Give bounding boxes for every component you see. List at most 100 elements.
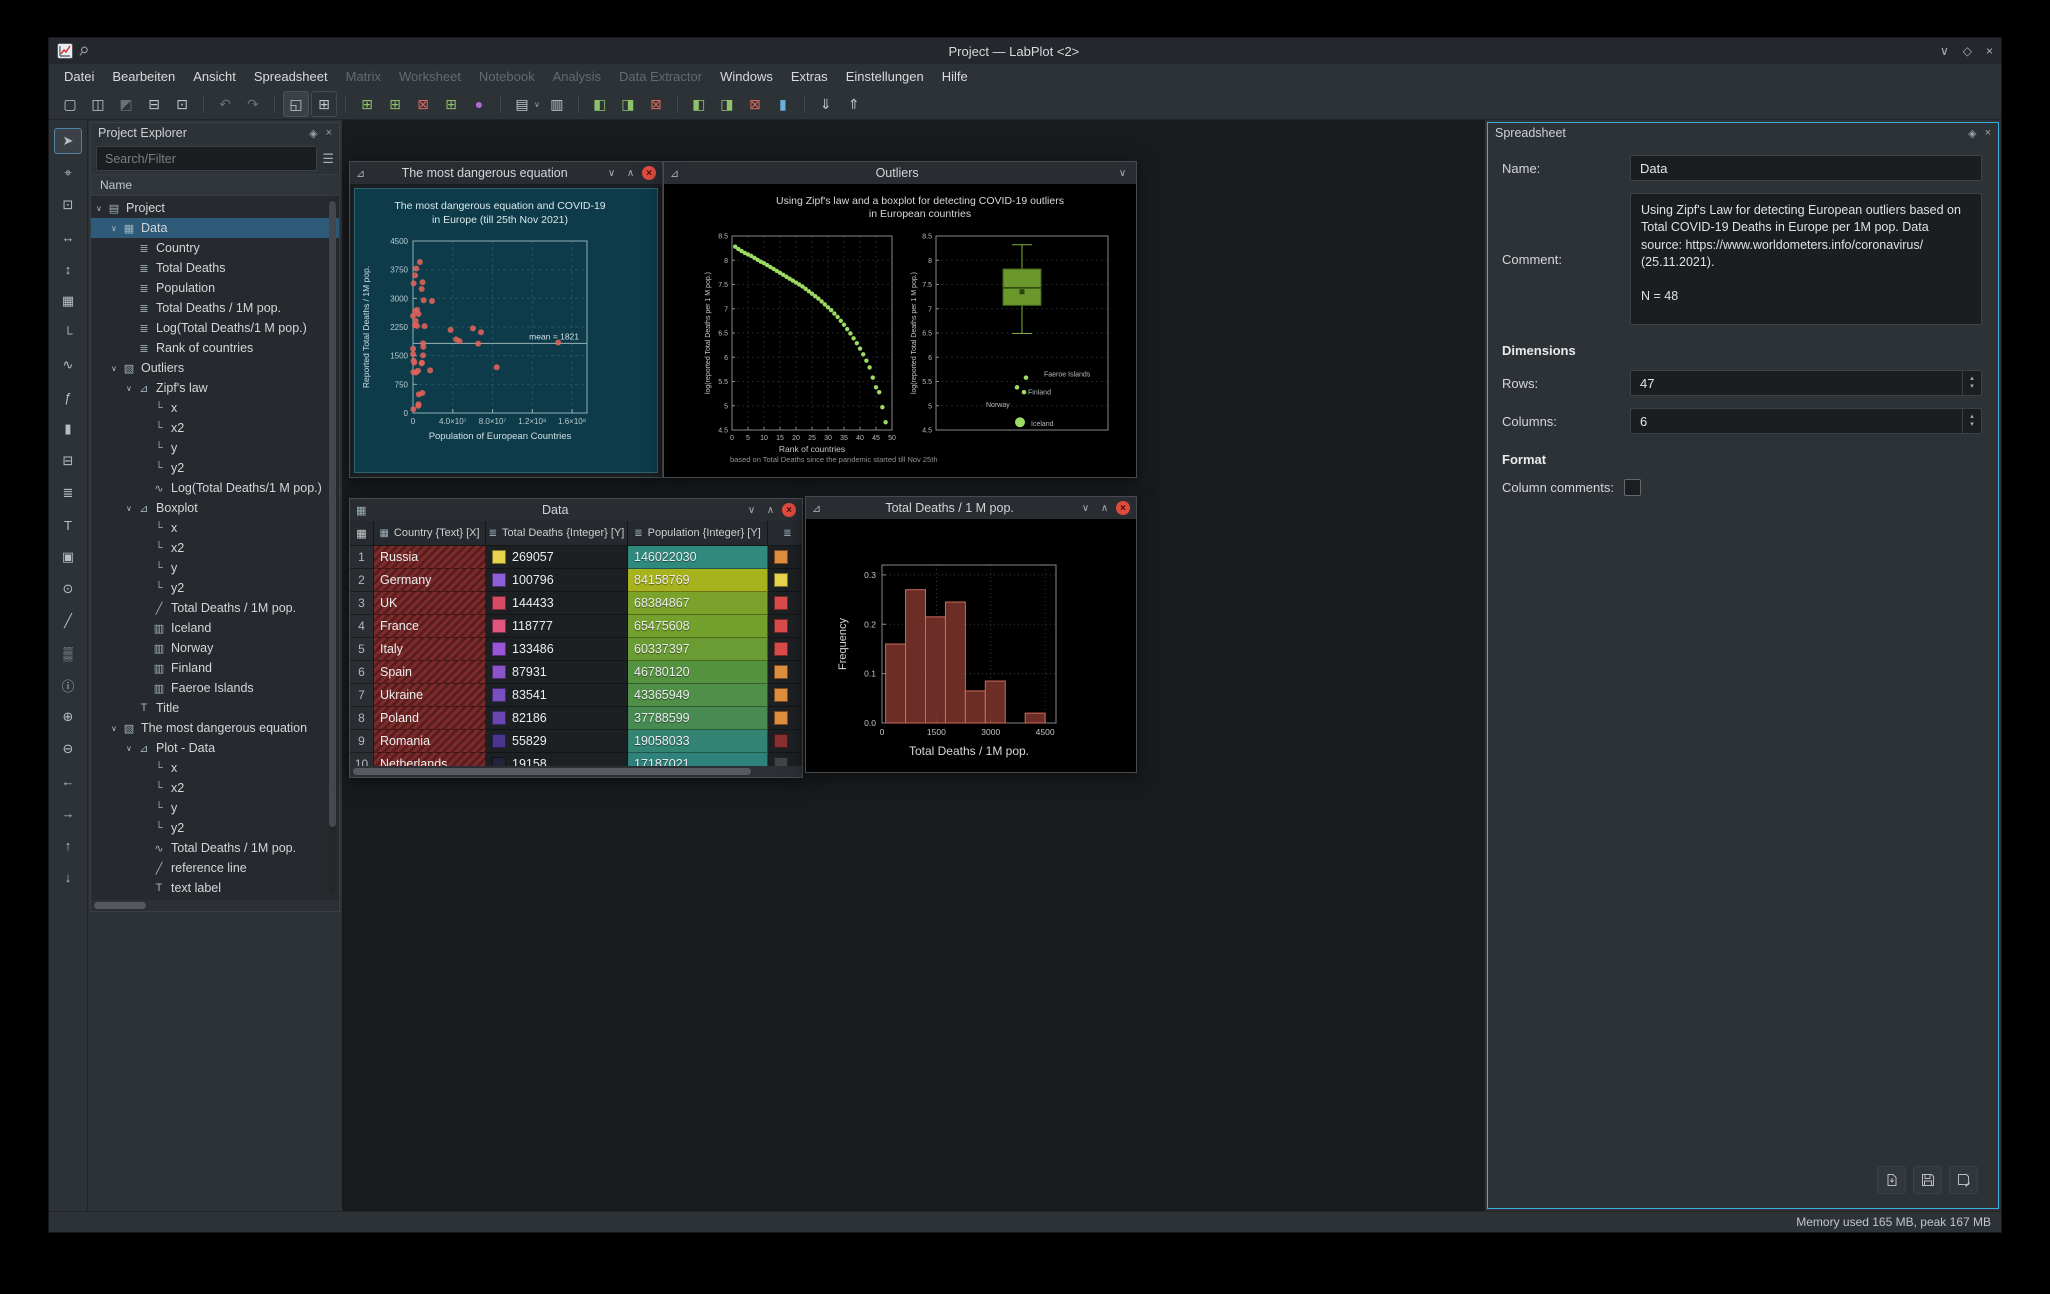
menu-bearbeiten[interactable]: Bearbeiten xyxy=(103,67,184,86)
add-image-tool-button[interactable]: ▣ xyxy=(54,544,82,570)
tree-item-reference-line[interactable]: ╱ reference line xyxy=(91,858,339,878)
shift-down-tool-button[interactable]: ↓ xyxy=(54,864,82,890)
total-deaths-cell[interactable]: 269057 xyxy=(486,546,628,569)
tree-item-outliers[interactable]: ∨ ▧ Outliers xyxy=(91,358,339,378)
table-row[interactable]: 7 Ukraine 83541 43365949 xyxy=(350,684,802,707)
window-dangerous-equation[interactable]: ⊿ The most dangerous equation ∨ ∧ × 0 750… xyxy=(349,161,663,478)
column-header-4[interactable]: ≣ xyxy=(768,521,802,545)
menu-datei[interactable]: Datei xyxy=(55,67,103,86)
extra-column-cell[interactable] xyxy=(768,546,802,569)
window-outliers[interactable]: ⊿ Outliers ∨ Using Zipf's law and a boxp… xyxy=(663,161,1137,478)
column-comments-checkbox[interactable] xyxy=(1623,479,1641,496)
column-statistics-button[interactable]: ▮ xyxy=(770,91,796,117)
expander-arrow[interactable]: ∨ xyxy=(111,224,122,233)
zoom-out-tool-button[interactable]: ⊖ xyxy=(54,736,82,762)
add-info-element-tool-button[interactable]: ⓘ xyxy=(54,672,82,698)
row-number-cell[interactable]: 9 xyxy=(350,730,374,753)
new-file-button[interactable]: ▢ xyxy=(57,91,83,117)
tabbed-view-toggle-button[interactable]: ⊞ xyxy=(311,91,337,117)
sort-ascending-button[interactable]: ⇓ xyxy=(813,91,839,117)
print-preview-button[interactable]: ⊡ xyxy=(169,91,195,117)
comment-input[interactable]: Using Zipf's Law for detecting European … xyxy=(1630,193,1982,325)
tree-item-finland[interactable]: ▥ Finland xyxy=(91,658,339,678)
tree-item-the-most-dangerous-equation[interactable]: ∨ ▧ The most dangerous equation xyxy=(91,718,339,738)
table-row[interactable]: 1 Russia 269057 146022030 xyxy=(350,546,802,569)
table-corner-cell[interactable]: ▦ xyxy=(350,521,374,545)
extra-column-cell[interactable] xyxy=(768,661,802,684)
column-header-1[interactable]: ▦ Country {Text} [X] xyxy=(374,521,486,545)
population-cell[interactable]: 68384867 xyxy=(628,592,768,615)
open-file-button[interactable]: ◫ xyxy=(85,91,111,117)
shift-right-tool-button[interactable]: → xyxy=(54,800,82,826)
population-cell[interactable]: 60337397 xyxy=(628,638,768,661)
row-number-cell[interactable]: 3 xyxy=(350,592,374,615)
window-titlebar[interactable]: ⊿ The most dangerous equation ∨ ∧ × xyxy=(350,162,662,184)
menu-spreadsheet[interactable]: Spreadsheet xyxy=(245,67,337,86)
expander-arrow[interactable]: ∨ xyxy=(111,364,122,373)
total-deaths-cell[interactable]: 133486 xyxy=(486,638,628,661)
remove-rows-button[interactable]: ⊠ xyxy=(410,91,436,117)
population-cell[interactable]: 46780120 xyxy=(628,661,768,684)
insert-column-left-button[interactable]: ⊞ xyxy=(438,91,464,117)
total-deaths-cell[interactable]: 100796 xyxy=(486,569,628,592)
tree-vertical-scrollbar[interactable] xyxy=(329,199,336,895)
extra-column-cell[interactable] xyxy=(768,592,802,615)
select-tool-button[interactable]: ➤ xyxy=(54,128,82,154)
menu-extras[interactable]: Extras xyxy=(782,67,837,86)
total-deaths-cell[interactable]: 55829 xyxy=(486,730,628,753)
country-cell[interactable]: Poland xyxy=(374,707,486,730)
sort-descending-button[interactable]: ⇑ xyxy=(841,91,867,117)
tree-item-y2[interactable]: └ y2 xyxy=(91,458,339,478)
window-titlebar[interactable]: ▦ Data ∨ ∧ × xyxy=(350,499,802,521)
table-horizontal-scrollbar[interactable] xyxy=(350,766,802,777)
menu-windows[interactable]: Windows xyxy=(711,67,782,86)
tree-item-rank-of-countries[interactable]: ≣ Rank of countries xyxy=(91,338,339,358)
windowed-view-toggle-button[interactable]: ◱ xyxy=(283,91,309,117)
window-menu-icon[interactable]: ∨ xyxy=(604,166,619,181)
total-deaths-cell[interactable]: 83541 xyxy=(486,684,628,707)
histogram-plot[interactable]: 0.0 0.1 0.2 0.3 0 1500 3000 4500 Total Deaths / … xyxy=(806,519,1136,772)
rows-increment-arrow[interactable]: ▴ xyxy=(1970,375,1974,383)
tree-item-y2[interactable]: └ y2 xyxy=(91,578,339,598)
zoom-x-tool-button[interactable]: ↔ xyxy=(54,224,82,250)
scrollbar-thumb[interactable] xyxy=(94,902,146,909)
population-cell[interactable]: 65475608 xyxy=(628,615,768,638)
project-explorer-header[interactable]: Project Explorer ◈ × xyxy=(91,123,339,143)
pin-icon[interactable]: ⚲ xyxy=(76,43,92,59)
generate-data-dropdown-arrow[interactable]: ∨ xyxy=(534,100,540,109)
close-dock-icon[interactable]: × xyxy=(326,127,332,139)
tree-item-boxplot[interactable]: ∨ ⊿ Boxplot xyxy=(91,498,339,518)
window-close-icon[interactable]: × xyxy=(782,503,796,517)
add-curve-tool-button[interactable]: ∿ xyxy=(54,352,82,378)
tree-item-y[interactable]: └ y xyxy=(91,438,339,458)
population-cell[interactable]: 146022030 xyxy=(628,546,768,569)
country-cell[interactable]: France xyxy=(374,615,486,638)
extra-column-cell[interactable] xyxy=(768,684,802,707)
window-data-spreadsheet[interactable]: ▦ Data ∨ ∧ × ▦ ▦ Country {Text} [X] ≣ Total … xyxy=(349,498,803,778)
mask-values-button[interactable]: ● xyxy=(466,91,492,117)
save-as-button[interactable] xyxy=(1949,1166,1978,1194)
tree-item-total-deaths[interactable]: ≣ Total Deaths xyxy=(91,258,339,278)
add-boxplot-tool-button[interactable]: ⊟ xyxy=(54,448,82,474)
window-titlebar[interactable]: ⊿ Total Deaths / 1 M pop. ∨ ∧ × xyxy=(806,497,1136,519)
population-cell[interactable]: 43365949 xyxy=(628,684,768,707)
name-input[interactable]: Data xyxy=(1630,155,1982,181)
row-number-cell[interactable]: 2 xyxy=(350,569,374,592)
tree-item-iceland[interactable]: ▥ Iceland xyxy=(91,618,339,638)
row-number-cell[interactable]: 5 xyxy=(350,638,374,661)
menu-hilfe[interactable]: Hilfe xyxy=(933,67,977,86)
extra-column-cell[interactable] xyxy=(768,730,802,753)
delete-columns-button[interactable]: ⊠ xyxy=(643,91,669,117)
expander-arrow[interactable]: ∨ xyxy=(126,744,137,753)
titlebar[interactable]: ⚲ Project — LabPlot <2> ∨ ◇ × xyxy=(49,38,2001,64)
delete-rows-button[interactable]: ⊠ xyxy=(742,91,768,117)
tree-item-project[interactable]: ∨ ▤ Project xyxy=(91,198,339,218)
expander-arrow[interactable]: ∨ xyxy=(126,384,137,393)
tree-item-x2[interactable]: └ x2 xyxy=(91,778,339,798)
tree-item-x[interactable]: └ x xyxy=(91,398,339,418)
expander-arrow[interactable]: ∨ xyxy=(126,504,137,513)
row-number-cell[interactable]: 7 xyxy=(350,684,374,707)
add-reference-range-tool-button[interactable]: ▒ xyxy=(54,640,82,666)
table-row[interactable]: 9 Romania 55829 19058033 xyxy=(350,730,802,753)
tree-item-x[interactable]: └ x xyxy=(91,758,339,778)
